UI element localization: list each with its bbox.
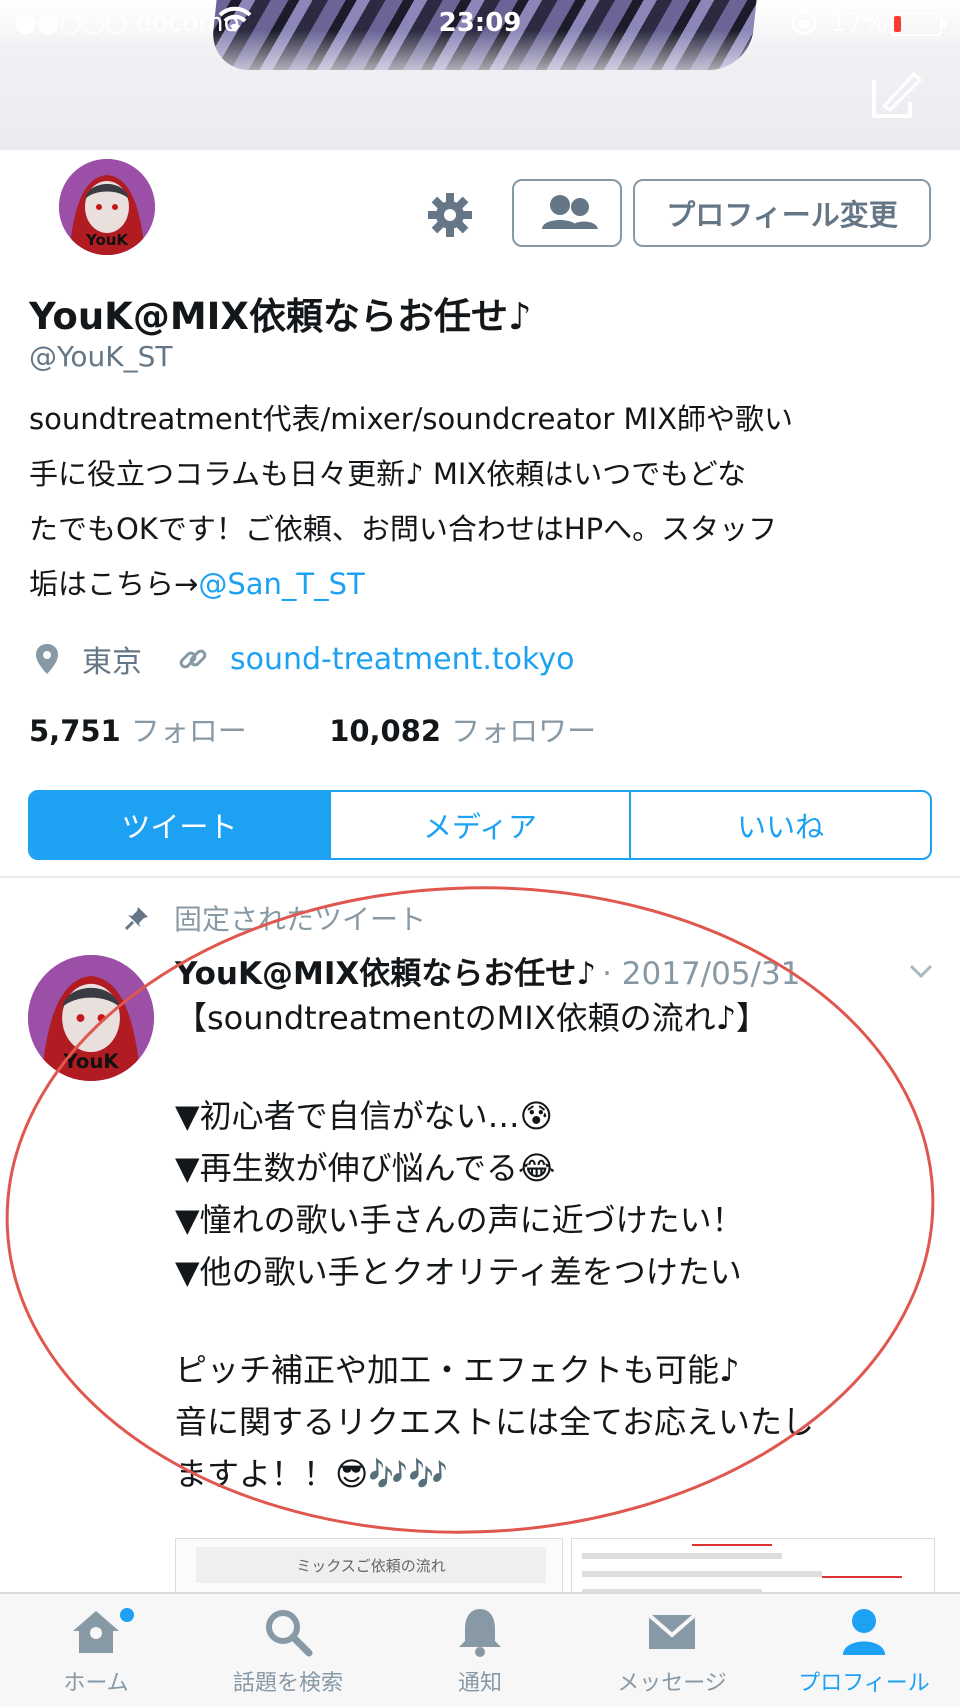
- tab-media[interactable]: メディア: [328, 792, 630, 858]
- tweet-line: ▼再生数が伸び悩んでる😂: [175, 1149, 556, 1187]
- status-bar: ●●○○○ docomo 23:09 17%: [0, 0, 960, 46]
- person-icon: [843, 1609, 885, 1655]
- tweet-line: [175, 1298, 935, 1344]
- battery-percent: 17%: [830, 8, 888, 38]
- avatar-illustration: YouK: [59, 159, 155, 255]
- avatar-illustration: YouK: [28, 955, 154, 1081]
- tweet-line: ▼憧れの歌い手さんの声に近づけたい！: [175, 1201, 744, 1239]
- nav-profile[interactable]: プロフィール: [768, 1594, 960, 1707]
- tweet-line: 音に関するリクエストには全てお応えいたし: [175, 1403, 815, 1441]
- rotation-lock-icon: [791, 9, 817, 35]
- nav-notifications[interactable]: 通知: [384, 1594, 576, 1707]
- bio-line: たでもOKです！ご依頼、お問い合わせはHPへ。スタッフ: [29, 512, 778, 546]
- tab-tweets[interactable]: ツイート: [30, 792, 329, 858]
- edit-banner-icon[interactable]: [870, 66, 926, 122]
- pin-icon: [124, 907, 148, 931]
- location-text: 東京: [82, 645, 142, 680]
- bio-line: 手に役立つコラムも日々更新♪ MIX依頼はいつでもどな: [29, 457, 747, 491]
- bio-line: soundtreatment代表/mixer/soundcreator MIX師…: [29, 402, 793, 436]
- notification-dot: [120, 1608, 134, 1622]
- following-label: フォロー: [130, 714, 247, 748]
- following-count: 5,751: [29, 714, 121, 748]
- tweet-date: · 2017/05/31: [602, 956, 801, 992]
- preview-title: ミックスご依頼の流れ: [196, 1547, 546, 1583]
- bottom-tab-bar: ホーム 話題を検索 通知 メッセージ プロフィール: [0, 1592, 960, 1707]
- people-icon: [542, 195, 598, 229]
- tweet-text: 【soundtreatmentのMIX依頼の流れ♪】 ▼初心者で自信がない…😰 ▼再…: [175, 992, 935, 1500]
- pinned-label: 固定されたツイート: [124, 898, 426, 938]
- website-link[interactable]: sound-treatment.tokyo: [230, 642, 574, 677]
- profile-meta: 東京 sound-treatment.tokyo: [34, 636, 574, 682]
- chevron-down-icon[interactable]: [906, 956, 936, 986]
- tweet-line: [175, 1044, 935, 1090]
- profile-tabs: ツイート メディア いいね: [28, 790, 932, 860]
- followers-stat[interactable]: 10,082 フォロワー: [329, 714, 596, 748]
- envelope-icon: [647, 1613, 697, 1649]
- home-icon: [73, 1611, 119, 1653]
- link-icon: [179, 649, 207, 669]
- followers-label: フォロワー: [451, 714, 597, 748]
- nav-messages[interactable]: メッセージ: [576, 1594, 768, 1707]
- lists-button[interactable]: [512, 179, 622, 247]
- tweet-header: YouK@MIX依頼ならお任せ♪ · 2017/05/31: [175, 948, 800, 993]
- location-pin-icon: [36, 644, 58, 674]
- tweet-avatar[interactable]: YouK: [28, 955, 154, 1081]
- bio-mention-link[interactable]: @San_T_ST: [198, 567, 364, 601]
- following-stat[interactable]: 5,751 フォロー: [29, 714, 247, 748]
- tweet-line: ▼他の歌い手とクオリティ差をつけたい: [175, 1253, 742, 1291]
- nav-search[interactable]: 話題を検索: [192, 1594, 384, 1707]
- tweet-line: ピッチ補正や加工・エフェクトも可能♪: [175, 1351, 740, 1389]
- avatar-logo-text: YouK: [62, 1050, 119, 1073]
- username-handle: @YouK_ST: [29, 340, 173, 373]
- tweet-author[interactable]: YouK@MIX依頼ならお任せ♪: [175, 956, 596, 992]
- tab-likes[interactable]: いいね: [629, 792, 930, 858]
- follow-counts: 5,751 フォロー 10,082 フォロワー: [29, 708, 596, 750]
- section-divider: [0, 876, 960, 878]
- battery-icon: [890, 12, 946, 36]
- followers-count: 10,082: [329, 714, 442, 748]
- tweet-line: 【soundtreatmentのMIX依頼の流れ♪】: [175, 999, 769, 1037]
- edit-profile-button[interactable]: プロフィール変更: [633, 179, 931, 247]
- profile-avatar[interactable]: YouK: [55, 155, 159, 259]
- bell-icon: [459, 1609, 501, 1657]
- profile-bio: soundtreatment代表/mixer/soundcreator MIX師…: [29, 392, 934, 612]
- nav-home[interactable]: ホーム: [0, 1594, 192, 1707]
- tweet-line: ますよ！！😎🎶🎶: [175, 1455, 449, 1493]
- tweet-line: ▼初心者で自信がない…😰: [175, 1097, 553, 1135]
- bio-line: 垢はこちら→@San_T_ST: [29, 567, 365, 601]
- settings-gear-icon[interactable]: [425, 190, 475, 240]
- avatar-logo-text: YouK: [85, 231, 129, 249]
- search-icon: [266, 1610, 313, 1657]
- display-name: YouK@MIX依頼ならお任せ♪: [29, 295, 532, 338]
